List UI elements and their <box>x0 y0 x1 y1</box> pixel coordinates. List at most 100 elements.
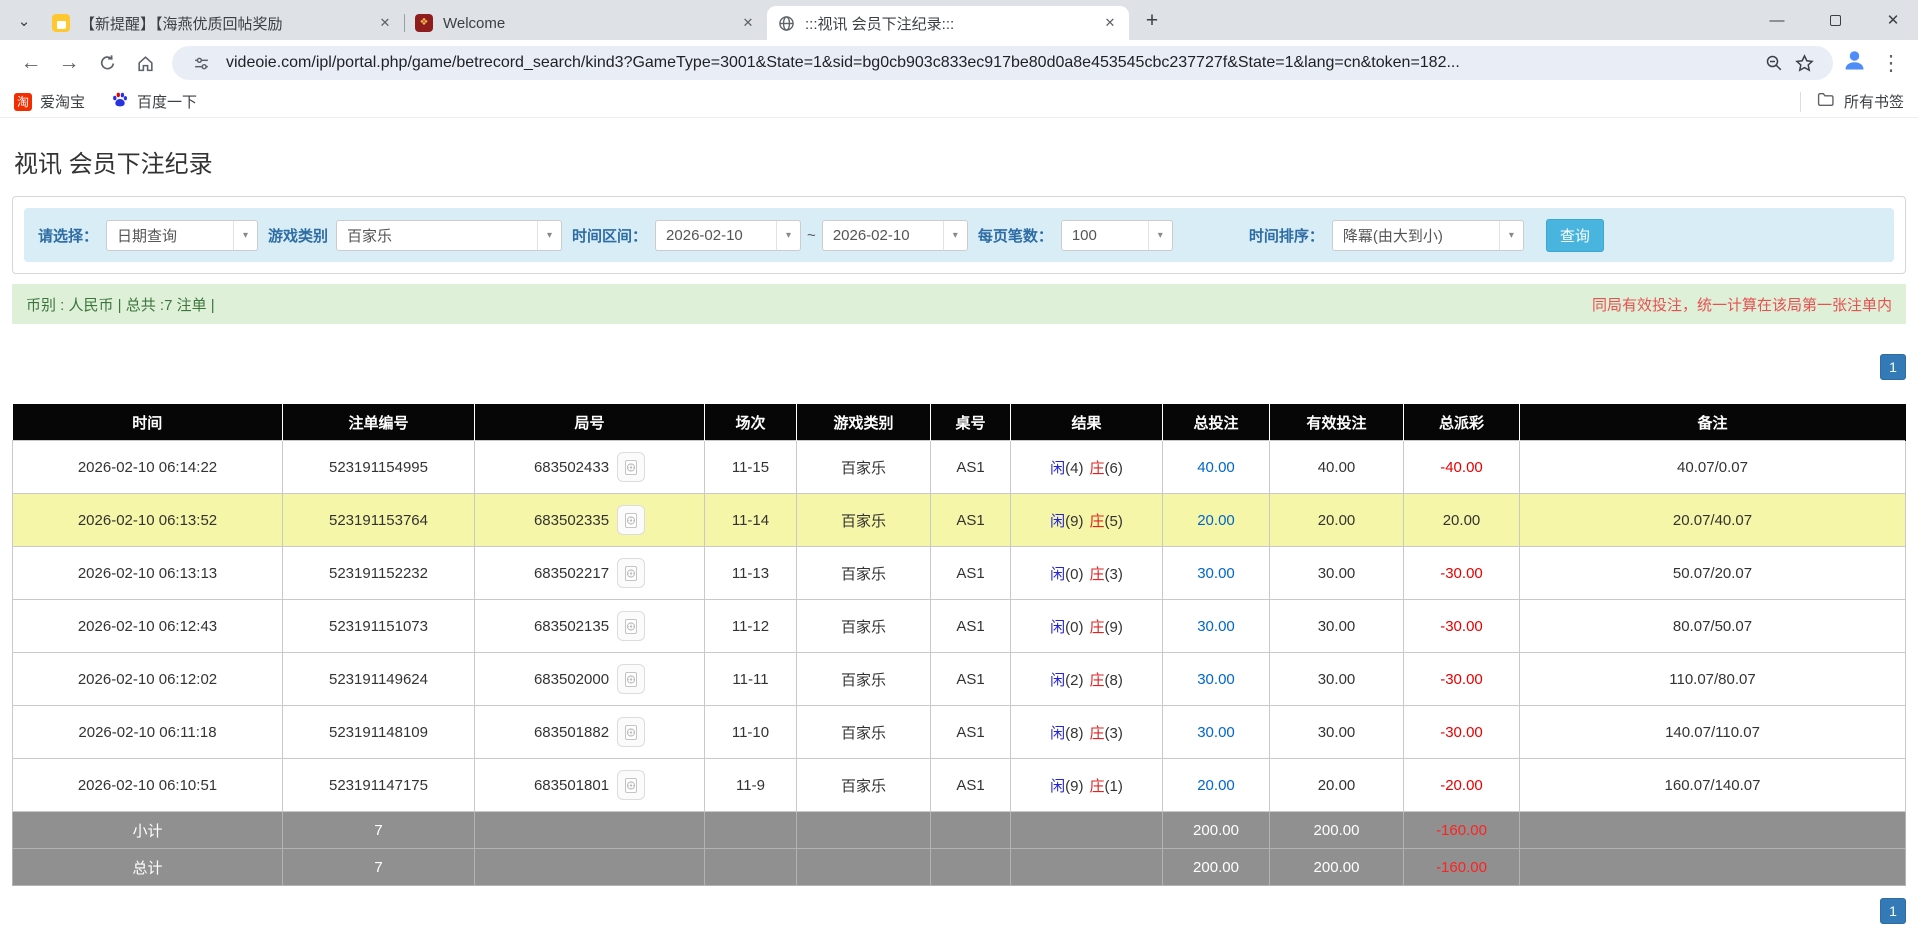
forward-icon[interactable]: → <box>50 44 88 82</box>
site-info-icon[interactable] <box>186 48 216 78</box>
page-size-value: 100 <box>1072 227 1140 244</box>
bookmark-taobao[interactable]: 淘 爱淘宝 <box>14 91 85 112</box>
page-1-button[interactable]: 1 <box>1880 354 1906 380</box>
cell-valid-bet: 40.00 <box>1270 441 1404 494</box>
cell-remark: 140.07/110.07 <box>1520 706 1906 759</box>
video-replay-button[interactable] <box>617 452 645 482</box>
result-player: 闲 <box>1050 566 1065 583</box>
new-tab-button[interactable]: + <box>1137 6 1167 36</box>
cell-valid-bet: 30.00 <box>1270 653 1404 706</box>
cell-time: 2026-02-10 06:12:02 <box>13 653 283 706</box>
cell-payout: 20.00 <box>1404 494 1520 547</box>
video-replay-button[interactable] <box>617 770 645 800</box>
video-replay-button[interactable] <box>617 558 645 588</box>
cell-result: 闲(2)庄(8) <box>1011 653 1163 706</box>
date-to-picker[interactable]: 2026-02-10 ▾ <box>822 220 968 251</box>
cell-table-no: AS1 <box>931 494 1011 547</box>
column-header: 局号 <box>475 405 705 441</box>
cell-table-no: AS1 <box>931 547 1011 600</box>
tab-close-icon[interactable]: ✕ <box>739 14 757 32</box>
cell-total-bet-link[interactable]: 20.00 <box>1163 759 1270 812</box>
cell-total-bet-link[interactable]: 30.00 <box>1163 653 1270 706</box>
cell-total-bet-link[interactable]: 30.00 <box>1163 706 1270 759</box>
summary-valid-bet: 200.00 <box>1270 849 1404 886</box>
result-banker-score: (3) <box>1105 566 1123 583</box>
table-summary-row: 总计 7 200.00 200.00 -160.00 <box>13 849 1906 886</box>
cell-round: 683502433 <box>475 441 705 494</box>
result-player-score: (0) <box>1065 619 1083 636</box>
video-replay-button[interactable] <box>617 717 645 747</box>
cell-total-bet-link[interactable]: 40.00 <box>1163 441 1270 494</box>
cell-game-type: 百家乐 <box>797 494 931 547</box>
folder-icon <box>1817 92 1834 111</box>
all-bookmarks[interactable]: 所有书签 <box>1800 91 1904 112</box>
cell-remark: 160.07/140.07 <box>1520 759 1906 812</box>
page-size-label: 每页笔数： <box>978 225 1053 246</box>
home-icon[interactable] <box>126 44 164 82</box>
currency-summary: 币别 : 人民币 | 总共 :7 注单 | <box>26 294 215 315</box>
tab-3-active[interactable]: :::视讯 会员下注纪录::: ✕ <box>767 6 1129 40</box>
cell-payout: -30.00 <box>1404 547 1520 600</box>
cell-remark: 110.07/80.07 <box>1520 653 1906 706</box>
tab2-favicon-icon: ❖ <box>415 14 433 32</box>
address-bar[interactable]: videoie.com/ipl/portal.php/game/betrecor… <box>172 46 1833 80</box>
all-bookmarks-label: 所有书签 <box>1844 91 1904 112</box>
cell-table-no: AS1 <box>931 653 1011 706</box>
cell-payout: -20.00 <box>1404 759 1520 812</box>
menu-kebab-icon[interactable]: ⋮ <box>1878 44 1904 82</box>
summary-count: 7 <box>283 812 475 849</box>
bookmark-star-icon[interactable] <box>1789 48 1819 78</box>
caret-down-icon: ▾ <box>1148 221 1172 250</box>
cell-result: 闲(9)庄(1) <box>1011 759 1163 812</box>
tab-close-icon[interactable]: ✕ <box>1101 14 1119 32</box>
cell-total-bet-link[interactable]: 30.00 <box>1163 600 1270 653</box>
table-row: 2026-02-10 06:14:22 523191154995 6835024… <box>13 441 1906 494</box>
cell-session: 11-11 <box>705 653 797 706</box>
tab-2[interactable]: ❖ Welcome ✕ <box>405 6 767 40</box>
page-title: 视讯 会员下注纪录 <box>14 148 1904 182</box>
game-type-select[interactable]: 百家乐 ▾ <box>336 220 562 251</box>
table-row: 2026-02-10 06:13:52 523191153764 6835023… <box>13 494 1906 547</box>
cell-remark: 50.07/20.07 <box>1520 547 1906 600</box>
video-replay-button[interactable] <box>617 505 645 535</box>
reload-icon[interactable] <box>88 44 126 82</box>
select-type-label: 请选择： <box>38 225 98 246</box>
video-replay-button[interactable] <box>617 611 645 641</box>
search-button[interactable]: 查询 <box>1546 219 1604 252</box>
result-player: 闲 <box>1050 778 1065 795</box>
tab-strip: ⌄ 【新提醒】【海燕优质回帖奖励 ✕ ❖ Welcome ✕ :::视讯 会员下… <box>0 0 1918 40</box>
table-footer: 小计 7 200.00 200.00 -160.00 总计 7 200.00 2… <box>13 812 1906 886</box>
tab-close-icon[interactable]: ✕ <box>376 14 394 32</box>
cell-valid-bet: 30.00 <box>1270 547 1404 600</box>
tab-search-chevron-icon[interactable]: ⌄ <box>10 7 38 35</box>
page-size-select[interactable]: 100 ▾ <box>1061 220 1173 251</box>
bookmark-baidu[interactable]: 百度一下 <box>111 91 197 113</box>
maximize-button[interactable] <box>1818 5 1852 35</box>
video-replay-button[interactable] <box>617 664 645 694</box>
cell-time: 2026-02-10 06:11:18 <box>13 706 283 759</box>
sort-label: 时间排序： <box>1249 225 1324 246</box>
url-text[interactable]: videoie.com/ipl/portal.php/game/betrecor… <box>226 54 1759 72</box>
cell-time: 2026-02-10 06:12:43 <box>13 600 283 653</box>
date-from-picker[interactable]: 2026-02-10 ▾ <box>655 220 801 251</box>
zoom-out-icon[interactable] <box>1759 48 1789 78</box>
cell-time: 2026-02-10 06:13:52 <box>13 494 283 547</box>
column-header: 游戏类别 <box>797 405 931 441</box>
window-controls: — ✕ <box>1760 0 1910 40</box>
cell-total-bet-link[interactable]: 30.00 <box>1163 547 1270 600</box>
cell-round: 683502135 <box>475 600 705 653</box>
close-button[interactable]: ✕ <box>1876 5 1910 35</box>
minimize-button[interactable]: — <box>1760 5 1794 35</box>
query-type-select[interactable]: 日期查询 ▾ <box>106 220 258 251</box>
tab-1[interactable]: 【新提醒】【海燕优质回帖奖励 ✕ <box>42 6 404 40</box>
table-body: 2026-02-10 06:14:22 523191154995 6835024… <box>13 441 1906 812</box>
result-player: 闲 <box>1050 672 1065 689</box>
tab-title: :::视讯 会员下注纪录::: <box>805 13 1093 34</box>
back-icon[interactable]: ← <box>12 44 50 82</box>
cell-remark: 40.07/0.07 <box>1520 441 1906 494</box>
profile-avatar[interactable] <box>1841 47 1868 79</box>
sort-select[interactable]: 降冪(由大到小) ▾ <box>1332 220 1524 251</box>
result-player-score: (4) <box>1065 460 1083 477</box>
page-1-button[interactable]: 1 <box>1880 898 1906 924</box>
cell-total-bet-link[interactable]: 20.00 <box>1163 494 1270 547</box>
